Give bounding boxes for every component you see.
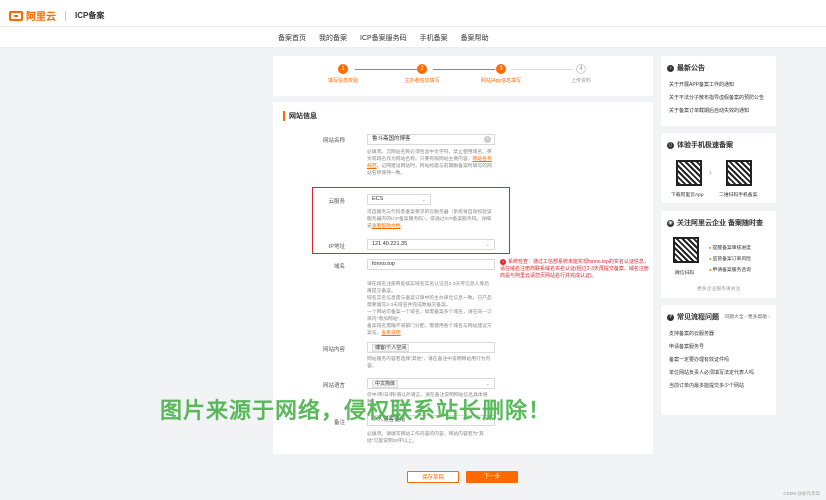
announcement-item[interactable]: 关于不法分子散布指导虚假备案的预防公告	[669, 94, 764, 101]
faq-item[interactable]: 当前订单内最多能提交多少个网站	[669, 382, 754, 389]
nav-home[interactable]: 备案首页	[278, 33, 306, 43]
faq-card: ? 常见流程问题 问题大全 › 更多帮助 › 支持备案的云服务器 申请备案服务号 …	[661, 305, 776, 415]
mobile-filing-card: ▯ 体验手机极速备案 › 下载阿里云App 二维扫码手机备案	[661, 133, 776, 203]
qr-label: 微信扫码	[675, 271, 695, 276]
announce-title: 最新公告	[677, 65, 705, 72]
follow-card: ◉关注阿里云企业 备案随时查 微信扫码 提醒备案审核进度 监管备案订单风险 申请…	[661, 211, 776, 298]
language-select[interactable]: 中文简体 ⌄	[367, 378, 495, 389]
follow-title: 关注阿里云企业 备案随时查	[677, 220, 763, 227]
highlight-box	[312, 187, 510, 254]
phone-icon: ▯	[667, 141, 674, 149]
bell-icon: ♪	[667, 64, 674, 72]
domain-label: 域名	[333, 264, 345, 270]
qr-label: 下载阿里云App	[671, 193, 704, 198]
faq-item[interactable]: 备案一定要办理有效证件吗	[669, 356, 754, 363]
qr-code-icon	[676, 160, 702, 186]
nav-help[interactable]: 备案帮助	[461, 33, 489, 43]
chevron-down-icon: ⌄	[485, 381, 490, 387]
clear-icon[interactable]: ×	[484, 136, 491, 143]
wechat-icon: ◉	[667, 219, 674, 227]
qr-code-icon	[726, 160, 752, 186]
qr-code-icon	[673, 237, 699, 263]
qr-label: 二维扫码手机备案	[719, 193, 758, 198]
footer-credit: CSDN @亦凡华华	[783, 491, 820, 496]
logo-divider	[65, 10, 66, 21]
next-button[interactable]: 下一步	[466, 471, 518, 483]
step-4: 4 上传资料	[570, 64, 591, 84]
step-1: 1 填写信息校验	[327, 64, 358, 84]
follow-more: 更多企业服务请关注	[697, 287, 741, 292]
announcement-item[interactable]: 关于备案订单截期后自动失效的通知	[669, 107, 764, 114]
logo[interactable]: 阿里云 ICP备案	[9, 8, 104, 23]
save-draft-button[interactable]: 保存草稿	[407, 471, 459, 483]
site-name-help: 必填项。沉网站名称必须包含中文字符，禁止使用域名、英文或域名作为网站名称。只要有…	[367, 150, 492, 176]
error-icon: !	[500, 259, 506, 265]
section-title: 网站信息	[283, 111, 317, 121]
nav-service-code[interactable]: ICP备案服务码	[360, 33, 407, 43]
site-name-label: 网站名称	[322, 138, 345, 144]
faq-more-link[interactable]: 问题大全 › 更多帮助 ›	[724, 313, 770, 320]
content-label: 网站内容	[322, 347, 345, 353]
step-2: 2 主办者信息填写	[404, 64, 440, 84]
faq-item[interactable]: 申请备案服务号	[669, 343, 754, 350]
domain-help-link[interactable]: 查看说明	[381, 331, 400, 336]
domain-error-message: ! 系统检查：通过工信部系统未能实现fonno.top的实名认证信息，请在域名注册…	[500, 259, 649, 279]
announcement-item[interactable]: 关于开展APP备案工作的通知	[669, 81, 764, 88]
content-tag[interactable]: 博客/个人空间	[372, 344, 410, 352]
aliyun-logo-icon	[9, 10, 23, 21]
announcements-card: ♪ 最新公告 关于开展APP备案工作的通知 关于不法分子散布指导虚假备案的预防公告…	[661, 56, 776, 126]
feature-item: 监管备案订单风险	[709, 255, 751, 262]
feature-item: 申请备案服务咨询	[709, 266, 751, 273]
content-select[interactable]: 博客/个人空间	[367, 342, 495, 353]
domain-help: 请在域名注册商处核实域名实名认证且3-3天传信息人库后再提交备案。 域名实名信息…	[367, 282, 492, 336]
language-tag[interactable]: 中文简体	[372, 380, 399, 388]
progress-steps: 1 填写信息校验 2 主办者信息填写 3 网站/App信息填写 4 上传资料	[273, 56, 653, 96]
feature-item: 提醒备案审核进度	[709, 244, 751, 251]
mobile-title: 体验手机极速备案	[677, 142, 733, 149]
nav-mobile[interactable]: 手机备案	[420, 33, 448, 43]
faq-title: 常见流程问题	[677, 314, 719, 321]
language-label: 网站语言	[322, 383, 345, 389]
remark-help: 必填项。请填写网站工作内容的内容，网站内容若为"其他"可里说明20字以上。	[367, 432, 484, 444]
product-name: ICP备案	[75, 11, 105, 20]
domain-input[interactable]: fonno.top	[367, 259, 495, 270]
watermark: 图片来源于网络，侵权联系站长删除！	[160, 398, 552, 423]
faq-item[interactable]: 单位网站负责人必须填写法定代表人吗	[669, 369, 754, 376]
faq-item[interactable]: 支持备案的云服务器	[669, 330, 754, 337]
main-nav: 备案首页 我的备案 ICP备案服务码 手机备案 备案帮助	[0, 27, 826, 48]
top-bar: 阿里云 ICP备案	[0, 0, 826, 27]
nav-my-filing[interactable]: 我的备案	[319, 33, 347, 43]
step-3: 3 网站/App信息填写	[480, 64, 522, 84]
question-icon: ?	[667, 313, 674, 321]
arrow-right-icon: ›	[709, 168, 712, 177]
site-name-input[interactable]: 鲁斗斋国的博客 ×	[367, 134, 495, 145]
content-help: 网站服务内容若选择"其他"，请在备注中说明网站用行为内容。	[367, 357, 491, 369]
logo-text: 阿里云	[26, 12, 56, 23]
